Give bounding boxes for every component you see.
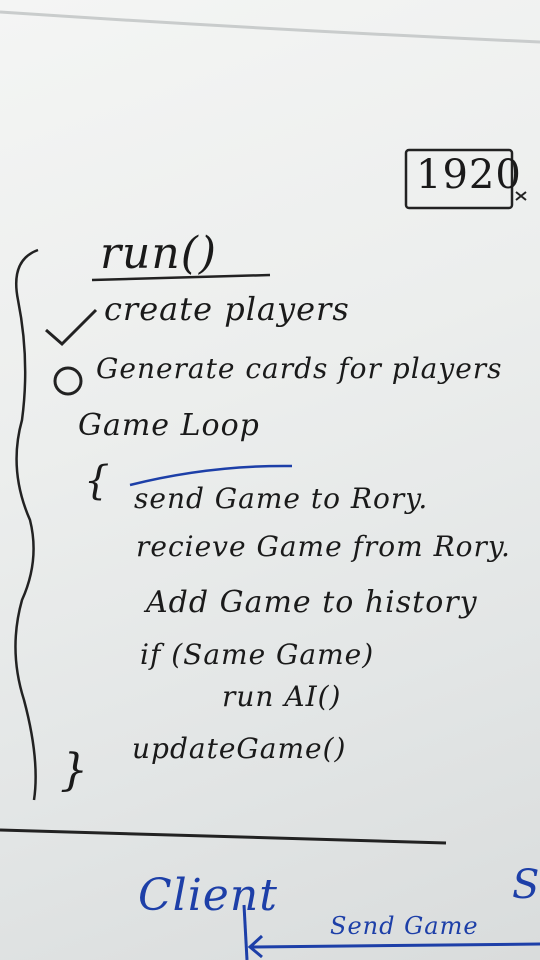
loop-add-game: Add Game to history <box>146 585 478 620</box>
cut-letter: S <box>512 862 540 908</box>
loop-run-ai: run AI() <box>222 680 342 713</box>
loop-open-brace: { <box>84 458 111 504</box>
send-game-label: Send Game <box>330 912 479 940</box>
step-game-loop: Game Loop <box>78 408 260 443</box>
loop-send-game: send Game to Rory. <box>134 482 429 515</box>
step-create-players: create players <box>104 290 350 328</box>
send-arrow-line <box>249 942 540 949</box>
left-bracket <box>14 248 39 801</box>
loop-if-same: if (Same Game) <box>140 638 375 671</box>
function-title: run() <box>100 228 218 279</box>
bullet-circle-icon <box>53 366 83 396</box>
loop-close-brace: } <box>60 745 89 796</box>
client-label: Client <box>138 870 278 921</box>
number-label: 1920 <box>416 152 522 198</box>
loop-receive-game: recieve Game from Rory. <box>136 530 511 563</box>
whiteboard: 1920 run() create players Generate cards… <box>0 0 540 960</box>
loop-update-game: updateGame() <box>132 732 347 765</box>
marker-strokes <box>0 10 540 960</box>
step-generate-cards: Generate cards for players <box>96 352 503 385</box>
bottom-divider <box>0 828 447 845</box>
check-icon <box>45 308 98 347</box>
